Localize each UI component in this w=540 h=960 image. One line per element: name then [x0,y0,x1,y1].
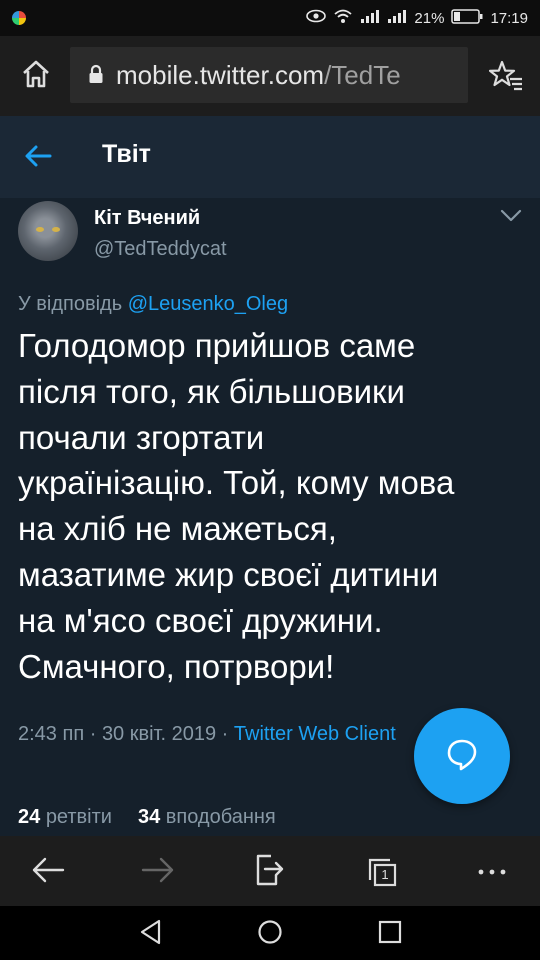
app-notification-icon [12,11,26,25]
tweet-text-line: Голодомор прийшов саме [18,327,416,364]
tweet-text: Голодомор прийшов саме після того, як бі… [18,323,528,689]
triangle-back-icon [139,919,163,950]
signal-icon-2 [387,9,407,27]
url-domain: mobile.twitter.com [116,59,325,90]
more-menu-button[interactable] [470,850,514,894]
system-recents-button[interactable] [375,919,405,949]
home-icon[interactable] [20,58,52,95]
system-back-button[interactable] [136,919,166,949]
reply-bubble-icon [444,736,480,777]
browser-toolbar: mobile.twitter.com/TedTe [0,36,540,116]
arrow-right-icon [141,856,175,889]
reply-prefix: У відповідь [18,293,123,315]
author-name[interactable]: Кіт Вчений [94,207,200,230]
reply-fab-button[interactable] [414,708,510,804]
tweet-source-link[interactable]: Twitter Web Client [234,723,396,745]
share-button[interactable] [248,850,292,894]
browser-back-button[interactable] [26,850,70,894]
retweets-stat[interactable]: 24 ретвіти [18,806,112,828]
battery-icon [451,8,483,28]
tweet-text-line: мазатиме жир своєї дитини [18,555,439,593]
battery-percent: 21% [414,9,445,27]
star-bookmark-icon[interactable] [488,60,523,97]
likes-count: 34 [137,806,161,828]
system-home-button[interactable] [255,919,285,949]
tweet-text-line: українізацію. Той, кому мова [18,464,455,502]
signal-icon [360,9,380,27]
wifi-icon [333,8,353,28]
retweets-label: ретвіти [45,806,112,828]
tab-count: 1 [381,867,389,882]
status-bar: 21% 17:19 [0,0,540,36]
url-path: /TedTe [324,59,401,90]
reply-context: У відповідь @Leusenko_Oleg [18,293,288,316]
circle-home-icon [257,919,283,950]
square-recents-icon [378,920,402,949]
likes-stat[interactable]: 34 вподобання [138,806,276,828]
tabs-button[interactable]: 1 [360,850,404,894]
tweet-time: 2:43 пп [18,723,85,745]
tweet-stats: 24 ретвіти 34 вподобання [18,806,276,829]
author-handle[interactable]: @TedTeddycat [94,238,227,261]
browser-bottom-nav: 1 [0,836,540,906]
tweet-text-line: на хліб не мажеться, [18,510,337,548]
tweet-text-line: почали згортати [18,418,265,456]
likes-label: вподобання [165,806,276,828]
reply-mention-link[interactable]: @Leusenko_Oleg [128,293,288,315]
lock-icon [88,60,104,91]
chevron-down-icon[interactable] [500,209,522,228]
eye-comfort-icon [306,9,327,27]
tweet-date: 30 квіт. 2019 [101,723,217,745]
tweet-page-header: Твіт [0,116,540,198]
tabs-icon: 1 [366,856,398,888]
tweet-text-line: на м'ясо своєї дружини. [18,601,383,639]
arrow-left-icon [31,856,65,889]
tweet-text-line: після того, як більшовики [18,372,405,410]
arrow-left-icon[interactable] [22,140,54,177]
address-bar[interactable]: mobile.twitter.com/TedTe [70,47,468,103]
tweet-meta: 2:43 пп · 30 квіт. 2019 · Twitter Web Cl… [18,723,396,745]
page-title: Твіт [102,140,151,168]
browser-forward-button[interactable] [136,850,180,894]
clock: 17:19 [490,9,528,27]
more-dots-icon [477,863,507,881]
system-nav-bar [0,906,540,960]
retweets-count: 24 [18,806,41,828]
avatar[interactable] [18,201,78,261]
share-icon [255,853,285,892]
tweet-text-line: Смачного, потрвори! [18,647,335,685]
